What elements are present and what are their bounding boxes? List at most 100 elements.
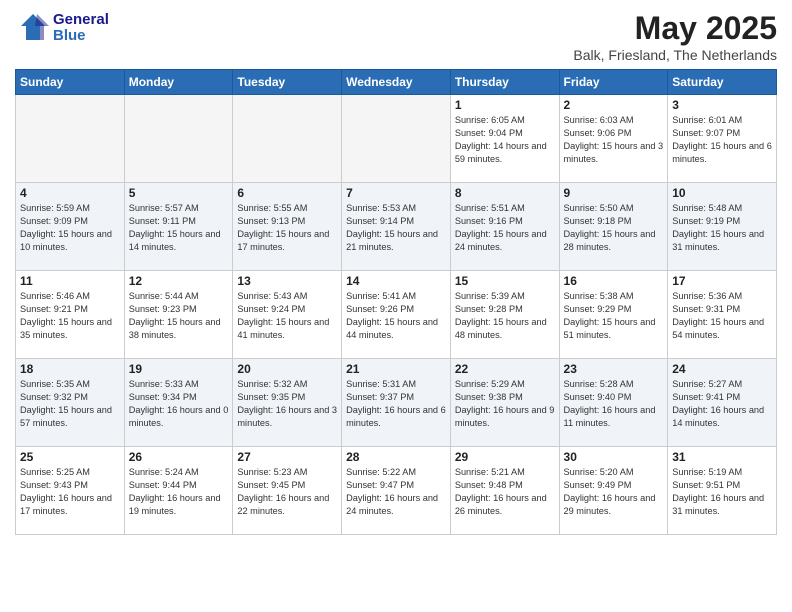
- day-number: 31: [672, 450, 772, 464]
- day-info: Sunrise: 5:32 AM Sunset: 9:35 PM Dayligh…: [237, 378, 337, 430]
- day-info: Sunrise: 5:43 AM Sunset: 9:24 PM Dayligh…: [237, 290, 337, 342]
- header-monday: Monday: [124, 70, 233, 95]
- calendar-cell: 3 Sunrise: 6:01 AM Sunset: 9:07 PM Daylig…: [668, 95, 777, 183]
- day-number: 21: [346, 362, 446, 376]
- day-number: 29: [455, 450, 555, 464]
- day-info: Sunrise: 5:46 AM Sunset: 9:21 PM Dayligh…: [20, 290, 120, 342]
- day-info: Sunrise: 5:28 AM Sunset: 9:40 PM Dayligh…: [564, 378, 664, 430]
- day-number: 2: [564, 98, 664, 112]
- day-info: Sunrise: 5:44 AM Sunset: 9:23 PM Dayligh…: [129, 290, 229, 342]
- calendar-cell: 18 Sunrise: 5:35 AM Sunset: 9:32 PM Dayli…: [16, 359, 125, 447]
- day-number: 5: [129, 186, 229, 200]
- calendar-cell: 15 Sunrise: 5:39 AM Sunset: 9:28 PM Dayli…: [450, 271, 559, 359]
- location: Balk, Friesland, The Netherlands: [573, 47, 777, 63]
- day-info: Sunrise: 5:41 AM Sunset: 9:26 PM Dayligh…: [346, 290, 446, 342]
- day-number: 19: [129, 362, 229, 376]
- day-number: 24: [672, 362, 772, 376]
- calendar-cell: [233, 95, 342, 183]
- calendar-cell: 30Sunrise: 5:20 AM Sunset: 9:49 PM Dayli…: [559, 447, 668, 535]
- day-number: 18: [20, 362, 120, 376]
- calendar: SundayMondayTuesdayWednesdayThursdayFrid…: [15, 69, 777, 535]
- day-number: 28: [346, 450, 446, 464]
- day-number: 10: [672, 186, 772, 200]
- day-info: Sunrise: 5:53 AM Sunset: 9:14 PM Dayligh…: [346, 202, 446, 254]
- day-info: Sunrise: 5:22 AM Sunset: 9:47 PM Dayligh…: [346, 466, 446, 518]
- calendar-cell: 17Sunrise: 5:36 AM Sunset: 9:31 PM Dayli…: [668, 271, 777, 359]
- calendar-cell: 29 Sunrise: 5:21 AM Sunset: 9:48 PM Dayli…: [450, 447, 559, 535]
- calendar-cell: 27 Sunrise: 5:23 AM Sunset: 9:45 PM Dayli…: [233, 447, 342, 535]
- week-row-3: 11 Sunrise: 5:46 AM Sunset: 9:21 PM Dayli…: [16, 271, 777, 359]
- week-row-5: 25Sunrise: 5:25 AM Sunset: 9:43 PM Dayli…: [16, 447, 777, 535]
- day-info: Sunrise: 5:59 AM Sunset: 9:09 PM Dayligh…: [20, 202, 120, 254]
- day-info: Sunrise: 6:03 AM Sunset: 9:06 PM Dayligh…: [564, 114, 664, 166]
- day-info: Sunrise: 5:27 AM Sunset: 9:41 PM Dayligh…: [672, 378, 772, 430]
- header-saturday: Saturday: [668, 70, 777, 95]
- day-number: 11: [20, 274, 120, 288]
- day-number: 1: [455, 98, 555, 112]
- day-number: 30: [564, 450, 664, 464]
- calendar-cell: [342, 95, 451, 183]
- day-info: Sunrise: 5:39 AM Sunset: 9:28 PM Dayligh…: [455, 290, 555, 342]
- day-number: 4: [20, 186, 120, 200]
- day-number: 15: [455, 274, 555, 288]
- week-row-4: 18 Sunrise: 5:35 AM Sunset: 9:32 PM Dayli…: [16, 359, 777, 447]
- calendar-cell: 24 Sunrise: 5:27 AM Sunset: 9:41 PM Dayli…: [668, 359, 777, 447]
- day-number: 20: [237, 362, 337, 376]
- header: General Blue May 2025 Balk, Friesland, T…: [15, 10, 777, 63]
- day-info: Sunrise: 5:36 AM Sunset: 9:31 PM Dayligh…: [672, 290, 772, 342]
- day-number: 27: [237, 450, 337, 464]
- header-tuesday: Tuesday: [233, 70, 342, 95]
- day-number: 14: [346, 274, 446, 288]
- calendar-cell: 14 Sunrise: 5:41 AM Sunset: 9:26 PM Dayli…: [342, 271, 451, 359]
- day-info: Sunrise: 5:23 AM Sunset: 9:45 PM Dayligh…: [237, 466, 337, 518]
- day-info: Sunrise: 5:50 AM Sunset: 9:18 PM Dayligh…: [564, 202, 664, 254]
- day-number: 22: [455, 362, 555, 376]
- day-info: Sunrise: 5:21 AM Sunset: 9:48 PM Dayligh…: [455, 466, 555, 518]
- day-number: 23: [564, 362, 664, 376]
- calendar-cell: 31 Sunrise: 5:19 AM Sunset: 9:51 PM Dayli…: [668, 447, 777, 535]
- day-info: Sunrise: 5:57 AM Sunset: 9:11 PM Dayligh…: [129, 202, 229, 254]
- day-number: 26: [129, 450, 229, 464]
- day-info: Sunrise: 5:19 AM Sunset: 9:51 PM Dayligh…: [672, 466, 772, 518]
- week-row-1: 1Sunrise: 6:05 AM Sunset: 9:04 PM Daylig…: [16, 95, 777, 183]
- calendar-cell: 4 Sunrise: 5:59 AM Sunset: 9:09 PM Daylig…: [16, 183, 125, 271]
- day-number: 9: [564, 186, 664, 200]
- header-sunday: Sunday: [16, 70, 125, 95]
- calendar-cell: 22 Sunrise: 5:29 AM Sunset: 9:38 PM Dayli…: [450, 359, 559, 447]
- day-number: 7: [346, 186, 446, 200]
- calendar-header-row: SundayMondayTuesdayWednesdayThursdayFrid…: [16, 70, 777, 95]
- header-thursday: Thursday: [450, 70, 559, 95]
- day-info: Sunrise: 5:48 AM Sunset: 9:19 PM Dayligh…: [672, 202, 772, 254]
- calendar-cell: 1Sunrise: 6:05 AM Sunset: 9:04 PM Daylig…: [450, 95, 559, 183]
- calendar-cell: 13 Sunrise: 5:43 AM Sunset: 9:24 PM Dayli…: [233, 271, 342, 359]
- calendar-cell: 12 Sunrise: 5:44 AM Sunset: 9:23 PM Dayli…: [124, 271, 233, 359]
- day-info: Sunrise: 5:29 AM Sunset: 9:38 PM Dayligh…: [455, 378, 555, 430]
- logo-line2: Blue: [53, 28, 109, 45]
- day-number: 8: [455, 186, 555, 200]
- day-number: 12: [129, 274, 229, 288]
- calendar-cell: 11 Sunrise: 5:46 AM Sunset: 9:21 PM Dayli…: [16, 271, 125, 359]
- calendar-cell: 16Sunrise: 5:38 AM Sunset: 9:29 PM Dayli…: [559, 271, 668, 359]
- day-info: Sunrise: 5:35 AM Sunset: 9:32 PM Dayligh…: [20, 378, 120, 430]
- calendar-cell: 6 Sunrise: 5:55 AM Sunset: 9:13 PM Daylig…: [233, 183, 342, 271]
- header-wednesday: Wednesday: [342, 70, 451, 95]
- month-title: May 2025: [573, 10, 777, 47]
- calendar-cell: 7 Sunrise: 5:53 AM Sunset: 9:14 PM Daylig…: [342, 183, 451, 271]
- day-info: Sunrise: 5:24 AM Sunset: 9:44 PM Dayligh…: [129, 466, 229, 518]
- day-info: Sunrise: 5:51 AM Sunset: 9:16 PM Dayligh…: [455, 202, 555, 254]
- day-number: 6: [237, 186, 337, 200]
- day-number: 3: [672, 98, 772, 112]
- calendar-cell: 9 Sunrise: 5:50 AM Sunset: 9:18 PM Daylig…: [559, 183, 668, 271]
- day-number: 16: [564, 274, 664, 288]
- day-info: Sunrise: 6:01 AM Sunset: 9:07 PM Dayligh…: [672, 114, 772, 166]
- calendar-cell: 25Sunrise: 5:25 AM Sunset: 9:43 PM Dayli…: [16, 447, 125, 535]
- day-number: 13: [237, 274, 337, 288]
- day-info: Sunrise: 5:55 AM Sunset: 9:13 PM Dayligh…: [237, 202, 337, 254]
- calendar-cell: [124, 95, 233, 183]
- day-info: Sunrise: 5:33 AM Sunset: 9:34 PM Dayligh…: [129, 378, 229, 430]
- calendar-cell: 8 Sunrise: 5:51 AM Sunset: 9:16 PM Daylig…: [450, 183, 559, 271]
- calendar-cell: [16, 95, 125, 183]
- day-number: 25: [20, 450, 120, 464]
- calendar-cell: 5 Sunrise: 5:57 AM Sunset: 9:11 PM Daylig…: [124, 183, 233, 271]
- calendar-cell: 26 Sunrise: 5:24 AM Sunset: 9:44 PM Dayli…: [124, 447, 233, 535]
